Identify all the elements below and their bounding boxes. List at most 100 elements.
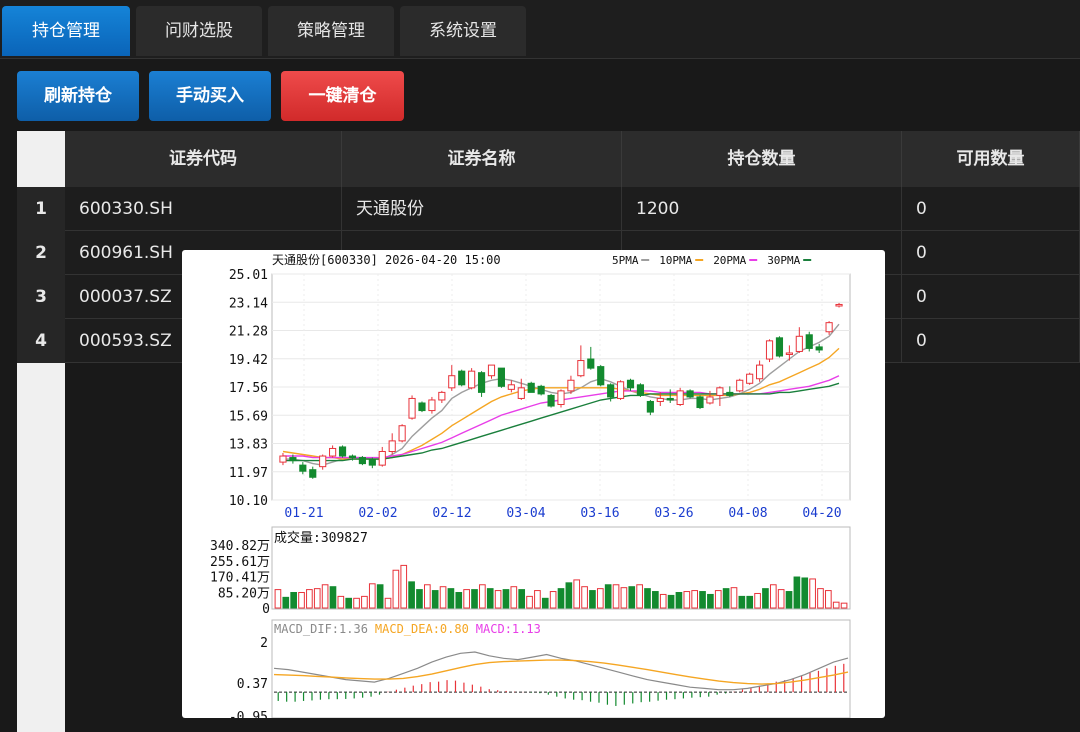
- volume-bar: [431, 590, 439, 609]
- ma-legend-label: 20PMA: [713, 254, 746, 267]
- volume-bar: [274, 589, 282, 609]
- volume-bar: [282, 596, 290, 609]
- volume-bars: [274, 564, 848, 609]
- y-tick-label: 21.28: [229, 325, 268, 340]
- ma-legend-label: 10PMA: [659, 254, 692, 267]
- x-tick-label: 04-08: [728, 506, 767, 521]
- column-header-available[interactable]: 可用数量: [902, 131, 1080, 187]
- volume-bar: [549, 591, 557, 609]
- volume-bar: [337, 595, 345, 609]
- refresh-positions-button[interactable]: 刷新持仓: [17, 71, 139, 121]
- column-header-quantity[interactable]: 持仓数量: [622, 131, 902, 187]
- y-tick-label: 10.10: [229, 494, 268, 509]
- candle: [358, 457, 366, 465]
- macd-lines: [273, 651, 849, 691]
- table-cell-name[interactable]: 天通股份: [342, 187, 622, 231]
- volume-bar: [659, 593, 667, 609]
- candle: [607, 384, 615, 398]
- table-cell-quantity[interactable]: 1200: [622, 187, 902, 231]
- tab-system-settings[interactable]: 系统设置: [400, 6, 526, 56]
- volume-bar: [534, 590, 541, 609]
- table-cell-available[interactable]: 0: [902, 275, 1080, 319]
- candle: [815, 346, 823, 351]
- y-tick-label: 19.42: [229, 353, 268, 368]
- macd-legend-label: MACD:1.13: [476, 622, 541, 636]
- tab-stock-screening[interactable]: 问财选股: [136, 6, 262, 56]
- y-tick-label: 23.14: [229, 296, 268, 311]
- clear-all-positions-button[interactable]: 一键清仓: [281, 71, 404, 121]
- candle: [696, 396, 704, 409]
- candle: [726, 391, 734, 396]
- volume-bar: [675, 592, 683, 609]
- candle: [319, 455, 327, 468]
- volume-bar: [769, 584, 777, 609]
- volume-bar: [596, 588, 604, 609]
- candle: [398, 425, 406, 442]
- candle: [388, 440, 396, 452]
- candle: [547, 394, 555, 407]
- candle: [348, 455, 357, 459]
- candle: [736, 379, 744, 392]
- column-header-name[interactable]: 证券名称: [342, 131, 622, 187]
- ma-legend-label: 5PMA: [612, 254, 639, 267]
- candle: [309, 469, 317, 478]
- volume-bar: [801, 577, 809, 609]
- volume-bar: [746, 595, 754, 609]
- candle: [448, 375, 456, 389]
- table-cell-available[interactable]: 0: [902, 231, 1080, 275]
- candle: [408, 397, 416, 419]
- row-number: 3: [17, 275, 65, 319]
- macd-y-tick: 0.37: [237, 677, 268, 692]
- row-number: 4: [17, 319, 65, 363]
- x-tick-label: 01-21: [284, 506, 323, 521]
- candle: [666, 397, 674, 401]
- x-tick-label: 03-04: [506, 506, 545, 521]
- volume-bar: [722, 588, 730, 609]
- table-cell-available[interactable]: 0: [902, 319, 1080, 363]
- table-cell-available[interactable]: 0: [902, 187, 1080, 231]
- volume-y-tick: 170.41万: [210, 571, 270, 586]
- candle: [438, 391, 446, 401]
- stock-chart-popup: 天通股份[600330] 2026-04-20 15:00 5PMA 10PMA 2…: [182, 250, 885, 725]
- x-tick-label: 02-02: [358, 506, 397, 521]
- candle: [567, 379, 575, 392]
- volume-y-tick: 340.82万: [210, 539, 270, 554]
- volume-bar: [667, 594, 675, 609]
- volume-bar: [738, 595, 746, 609]
- candle: [785, 352, 793, 355]
- ma-legend-label: 30PMA: [767, 254, 800, 267]
- volume-bar: [479, 584, 486, 609]
- manual-buy-button[interactable]: 手动买入: [149, 71, 271, 121]
- macd-bars: [274, 663, 848, 706]
- candle: [477, 372, 486, 393]
- volume-bar: [329, 586, 337, 609]
- macd-y-axis: 2 0.37 -0.95: [229, 636, 268, 725]
- y-tick-label: 25.01: [229, 268, 268, 283]
- candle: [825, 322, 833, 333]
- candle: [746, 373, 754, 384]
- table-cell-code[interactable]: 600330.SH: [65, 187, 342, 231]
- candle: [338, 446, 347, 457]
- candle: [289, 457, 297, 462]
- volume-bar: [793, 576, 801, 609]
- candle-x-axis: 01-21 02-02 02-12 03-04 03-16 03-26 04-08 04-20: [284, 506, 841, 521]
- volume-bar: [518, 589, 526, 609]
- volume-bar: [345, 597, 353, 609]
- volume-bar: [392, 569, 400, 609]
- volume-bar: [313, 588, 321, 609]
- tab-strategy-management[interactable]: 策略管理: [268, 6, 394, 56]
- candle: [686, 390, 694, 398]
- candle: [765, 340, 774, 360]
- volume-bar: [541, 597, 549, 609]
- volume-bar: [494, 590, 502, 609]
- chart-header: 天通股份[600330] 2026-04-20 15:00: [272, 253, 501, 267]
- volume-bar: [620, 587, 628, 609]
- volume-bar: [589, 590, 596, 609]
- volume-bar: [416, 589, 423, 609]
- volume-bar: [463, 589, 470, 609]
- volume-bar: [368, 583, 376, 609]
- candle: [676, 390, 684, 406]
- candle: [716, 387, 724, 396]
- column-header-code[interactable]: 证券代码: [65, 131, 342, 187]
- tab-position-management[interactable]: 持仓管理: [2, 6, 130, 56]
